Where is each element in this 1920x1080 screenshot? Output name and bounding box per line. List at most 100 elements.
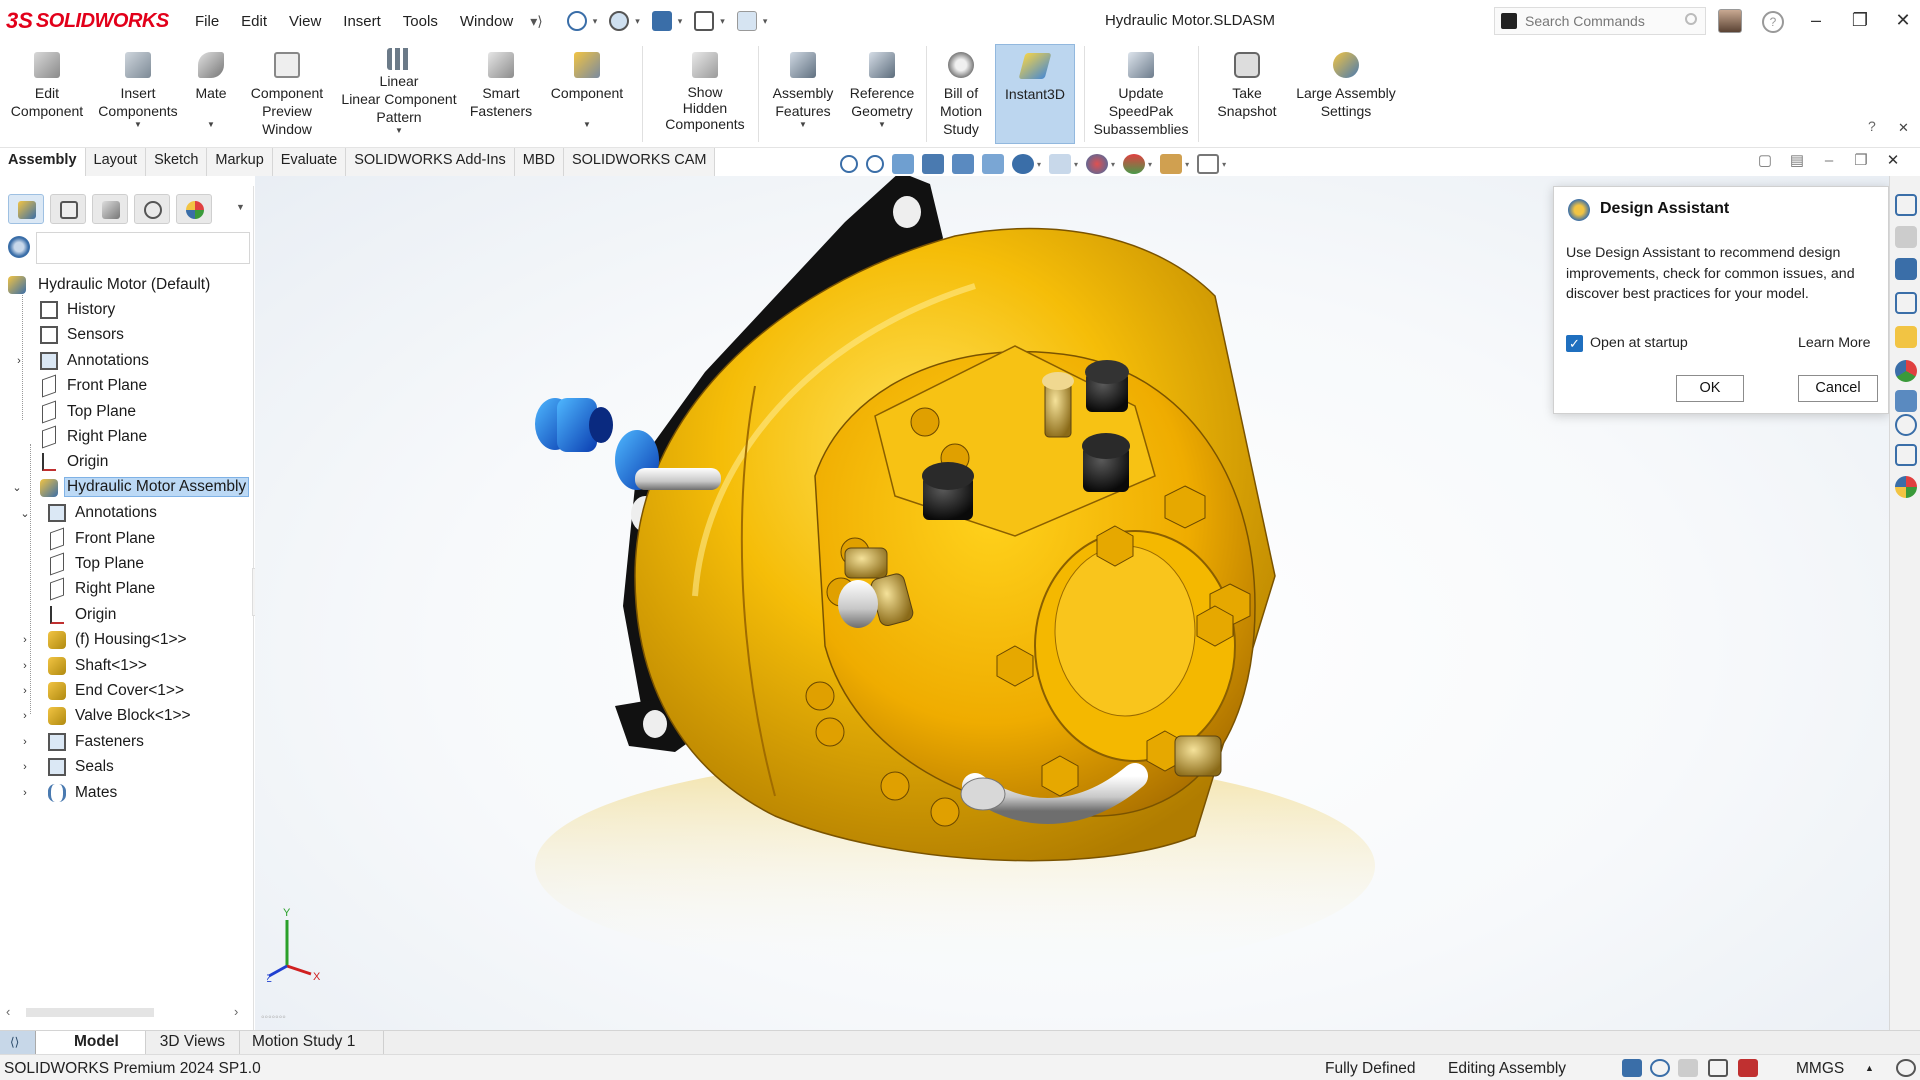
tab-motion-study[interactable]: Motion Study 1 bbox=[240, 1031, 385, 1054]
chevron-right-icon[interactable]: › bbox=[12, 355, 26, 367]
view-palette-icon[interactable] bbox=[1895, 326, 1917, 348]
reference-geometry-button[interactable]: Reference Geometry ▼ bbox=[842, 44, 922, 144]
design-library-icon[interactable] bbox=[1895, 258, 1917, 280]
chevron-right-icon[interactable]: › bbox=[234, 1004, 238, 1019]
unit-system[interactable]: MMGS bbox=[1796, 1060, 1844, 1078]
tree-item-sub-front-plane[interactable]: Front Plane bbox=[0, 526, 254, 551]
search-input[interactable]: Search Commands bbox=[1525, 13, 1645, 29]
file-properties-icon[interactable] bbox=[651, 11, 672, 31]
rebuild-icon[interactable] bbox=[566, 11, 587, 31]
linear-component-pattern-button[interactable]: Linear Linear Component Pattern ▼ bbox=[334, 44, 464, 144]
tree-item-shaft[interactable]: › Shaft<1>> bbox=[0, 653, 254, 678]
tab-evaluate[interactable]: Evaluate bbox=[272, 148, 347, 176]
viewport-options-icon[interactable]: ▢ bbox=[1756, 152, 1774, 170]
home-icon[interactable] bbox=[1895, 194, 1917, 216]
edit-component-button[interactable]: Edit Component bbox=[4, 44, 90, 144]
performance-icon[interactable] bbox=[1650, 1059, 1670, 1077]
chevron-down-icon[interactable]: ▾ bbox=[593, 16, 598, 27]
chevron-down-icon[interactable]: ▾ bbox=[1222, 160, 1226, 169]
tab-property-manager[interactable] bbox=[50, 194, 86, 224]
search-commands-box[interactable]: Search Commands bbox=[1494, 7, 1706, 35]
chevron-right-icon[interactable]: › bbox=[18, 634, 32, 646]
appearances-icon[interactable] bbox=[1895, 360, 1917, 382]
search-icon[interactable] bbox=[1685, 13, 1697, 25]
chevron-down-icon[interactable]: ▾ bbox=[1074, 160, 1078, 169]
filter-icon[interactable] bbox=[8, 236, 30, 258]
menu-edit[interactable]: Edit bbox=[230, 13, 278, 30]
bill-of-motion-study-button[interactable]: Bill of Motion Study bbox=[930, 44, 992, 144]
chevron-down-icon[interactable]: ▼ bbox=[878, 120, 886, 130]
tree-item-origin[interactable]: Origin bbox=[0, 450, 254, 475]
tree-root[interactable]: Hydraulic Motor (Default) bbox=[0, 272, 254, 297]
tree-item-sensors[interactable]: Sensors bbox=[0, 323, 254, 348]
menu-tools[interactable]: Tools bbox=[392, 13, 449, 30]
update-speedpak-button[interactable]: Update SpeedPak Subassemblies bbox=[1090, 44, 1192, 144]
unpin-icon[interactable]: ✕ bbox=[1898, 120, 1909, 136]
tree-item-sub-origin[interactable]: Origin bbox=[0, 602, 254, 627]
tab-assembly[interactable]: Assembly bbox=[0, 148, 86, 176]
tree-item-sub-right-plane[interactable]: Right Plane bbox=[0, 577, 254, 602]
smart-fasteners-button[interactable]: Smart Fasteners bbox=[466, 44, 536, 144]
chevron-down-icon[interactable]: ▼ bbox=[395, 126, 403, 136]
chevron-down-icon[interactable]: ⌄ bbox=[18, 507, 32, 520]
instant3d-button[interactable]: Instant3D bbox=[995, 44, 1075, 144]
tree-item-right-plane[interactable]: Right Plane bbox=[0, 424, 254, 449]
chevron-right-icon[interactable]: › bbox=[18, 660, 32, 672]
chevron-down-icon[interactable]: ▾ bbox=[1185, 160, 1189, 169]
avatar[interactable] bbox=[1718, 9, 1742, 33]
restore-document-icon[interactable]: ❐ bbox=[1852, 152, 1870, 170]
mate-button[interactable]: Mate ▼ bbox=[188, 44, 234, 144]
help-icon[interactable]: ? bbox=[1762, 11, 1784, 33]
tab-3d-views[interactable]: 3D Views bbox=[146, 1031, 240, 1054]
rebuild-status-icon[interactable] bbox=[1622, 1059, 1642, 1077]
close-window-button[interactable]: ✕ bbox=[1888, 8, 1918, 34]
chevron-down-icon[interactable]: ▼ bbox=[799, 120, 807, 130]
take-snapshot-button[interactable]: Take Snapshot bbox=[1212, 44, 1282, 144]
custom-properties-icon[interactable] bbox=[1895, 390, 1917, 412]
tab-feature-tree[interactable] bbox=[8, 194, 44, 224]
chevron-down-icon[interactable]: ▾ bbox=[1037, 160, 1041, 169]
chevron-down-icon[interactable]: ▾ bbox=[1148, 160, 1152, 169]
chevron-right-icon[interactable]: › bbox=[18, 710, 32, 722]
scrollbar-thumb[interactable] bbox=[26, 1008, 154, 1017]
component-preview-window-button[interactable]: Component Preview Window bbox=[240, 44, 334, 144]
large-assembly-settings-button[interactable]: Large Assembly Settings bbox=[1290, 44, 1402, 144]
tab-addins[interactable]: SOLIDWORKS Add-Ins bbox=[346, 148, 515, 176]
tab-dimxpert-manager[interactable] bbox=[134, 194, 170, 224]
view-settings-icon[interactable] bbox=[1160, 154, 1183, 174]
learn-more-link[interactable]: Learn More bbox=[1798, 335, 1871, 351]
chevron-down-icon[interactable]: ▼ bbox=[236, 202, 245, 212]
show-hidden-components-button[interactable]: Show Hidden Components bbox=[658, 44, 752, 144]
select-icon[interactable] bbox=[736, 11, 757, 31]
assembly-features-button[interactable]: Assembly Features ▼ bbox=[766, 44, 840, 144]
menu-view[interactable]: View bbox=[278, 13, 332, 30]
tab-sketch[interactable]: Sketch bbox=[146, 148, 208, 176]
chevron-right-icon[interactable]: › bbox=[18, 736, 32, 748]
help-mode-icon[interactable]: ? bbox=[1868, 118, 1876, 134]
scenes-icon[interactable] bbox=[1895, 476, 1917, 498]
apply-scene-icon[interactable] bbox=[1123, 154, 1146, 174]
edit-appearance-icon[interactable] bbox=[1086, 154, 1109, 174]
menu-file[interactable]: File bbox=[184, 13, 230, 30]
component-button[interactable]: Component ▼ bbox=[540, 44, 634, 144]
view-cycle-indicator[interactable]: ◦◦◦◦◦◦◦ bbox=[261, 1012, 286, 1023]
tree-item-fasteners[interactable]: › Fasteners bbox=[0, 729, 254, 754]
cancel-button[interactable]: Cancel bbox=[1798, 375, 1878, 402]
chevron-down-icon[interactable]: ▾ bbox=[720, 16, 725, 27]
tab-markup[interactable]: Markup bbox=[207, 148, 273, 176]
tree-item-top-plane[interactable]: Top Plane bbox=[0, 399, 254, 424]
chevron-down-icon[interactable]: ▼ bbox=[134, 120, 142, 130]
print-icon[interactable] bbox=[694, 11, 715, 31]
zoom-to-area-icon[interactable] bbox=[866, 155, 884, 173]
chevron-right-icon[interactable]: › bbox=[18, 685, 32, 697]
tree-item-mates[interactable]: › Mates bbox=[0, 780, 254, 805]
tab-display-manager[interactable] bbox=[176, 194, 212, 224]
options-icon[interactable] bbox=[609, 11, 630, 31]
chevron-down-icon[interactable]: ▾ bbox=[763, 16, 768, 27]
sync-icon[interactable] bbox=[1738, 1059, 1758, 1077]
chevron-down-icon[interactable]: ▼ bbox=[583, 120, 591, 130]
chevron-left-icon[interactable]: ‹ bbox=[6, 1004, 10, 1019]
display-style-icon[interactable] bbox=[1012, 154, 1034, 174]
feature-tree-scrollbar[interactable]: ‹ › bbox=[0, 1004, 254, 1022]
tree-item-front-plane[interactable]: Front Plane bbox=[0, 374, 254, 399]
